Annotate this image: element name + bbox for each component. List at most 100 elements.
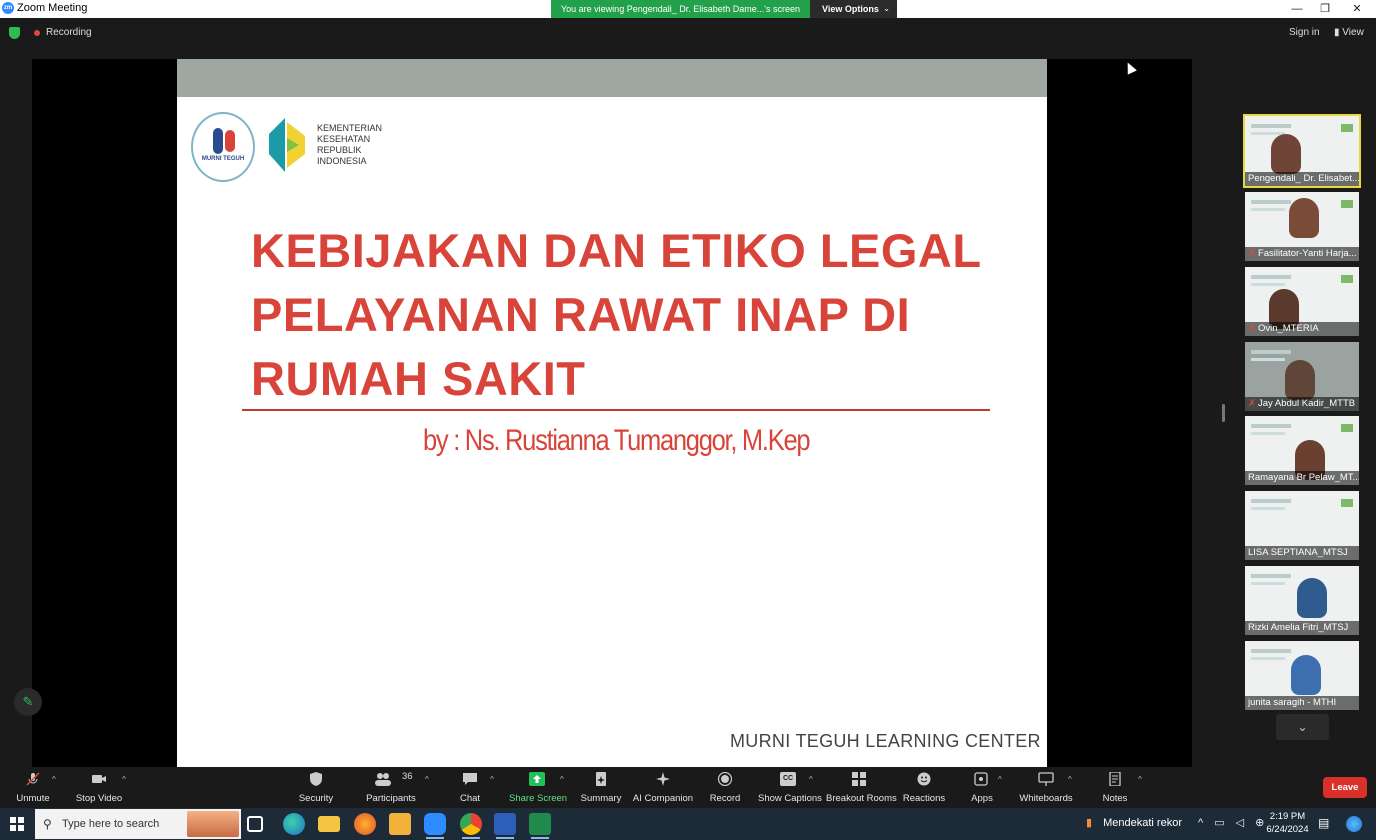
chat-options-caret[interactable]: ^ [488, 767, 500, 808]
participants-button[interactable]: 36 Participants [364, 767, 418, 808]
participant-tile[interactable]: junita saragih - MTHI [1245, 641, 1359, 710]
video-camera-icon [92, 775, 106, 783]
tile-shared-slide [1251, 574, 1291, 578]
apps-button[interactable]: Apps [964, 767, 1000, 808]
chevron-up-icon: ^ [1138, 775, 1142, 784]
mic-muted-icon [26, 772, 40, 786]
tile-shared-slide [1251, 432, 1285, 435]
participant-tile[interactable]: ✗ Fasilitator-Yanti Harja... [1245, 192, 1359, 261]
search-highlight-image [187, 811, 239, 837]
murni-teguh-logo: MURNI TEGUH [191, 112, 255, 182]
recording-label[interactable]: Recording [46, 27, 92, 38]
window-title: Zoom Meeting [17, 2, 88, 14]
chat-button[interactable]: Chat [452, 767, 488, 808]
tile-slide-logo [1341, 200, 1353, 208]
participant-name: Pengendali_ Dr. Elisabet... [1245, 172, 1359, 186]
chevron-up-icon: ^ [998, 775, 1002, 784]
participant-video [1285, 360, 1315, 400]
kemenkes-line: KEMENTERIAN [317, 123, 383, 133]
taskbar-clock[interactable]: 2:19 PM 6/24/2024 [1265, 810, 1310, 836]
participant-tile[interactable]: ✗ Jay Abdul Kadir_MTTB [1245, 342, 1359, 411]
taskbar-search-box[interactable]: ⚲ Type here to search [35, 809, 241, 839]
close-button[interactable]: ✕ [1340, 0, 1374, 18]
zoom-logo-icon: zm [2, 2, 14, 14]
more-options-caret[interactable]: ^ [1136, 767, 1148, 808]
video-options-caret[interactable]: ^ [120, 767, 132, 808]
excel-icon[interactable] [529, 813, 551, 839]
chevron-down-icon: ⌄ [883, 4, 890, 13]
leave-button[interactable]: Leave [1323, 777, 1367, 798]
tile-shared-slide [1251, 424, 1291, 428]
view-options-button[interactable]: View Options ⌄ [810, 0, 897, 18]
annotate-pencil-icon[interactable]: ✎ [14, 688, 42, 716]
slide-title: KEBIJAKAN DAN ETIKO LEGAL PELAYANAN RAWA… [251, 219, 1011, 411]
clock-date: 6/24/2024 [1266, 824, 1309, 835]
share-options-caret[interactable]: ^ [558, 767, 570, 808]
breakout-rooms-button[interactable]: Breakout Rooms [826, 767, 897, 808]
chrome-icon[interactable] [460, 813, 482, 839]
slide-byline: by : Ns. Rustianna Tumanggor, M.Kep [423, 424, 811, 457]
security-button[interactable]: Security [292, 767, 340, 808]
app-icon[interactable] [389, 813, 411, 835]
notification-center-icon[interactable]: ▤ [1318, 816, 1329, 830]
participants-count: 36 [402, 771, 413, 782]
audio-options-caret[interactable]: ^ [50, 767, 62, 808]
participants-label: Participants [366, 793, 416, 804]
breakout-rooms-label: Breakout Rooms [826, 793, 897, 804]
logo-figure-blue [213, 128, 223, 154]
share-screen-button[interactable]: Share Screen [509, 767, 567, 808]
task-view-icon[interactable] [247, 816, 263, 832]
participant-name: ✗ Fasilitator-Yanti Harja... [1245, 247, 1359, 261]
firefox-icon[interactable] [354, 813, 376, 835]
slide-footer: MURNI TEGUH LEARNING CENTER [730, 731, 1041, 751]
stop-video-button[interactable]: Stop Video [72, 767, 126, 808]
system-tray-icons[interactable]: ^ ▭ ◁ ⊕ [1198, 816, 1268, 829]
copilot-icon[interactable] [1346, 816, 1362, 832]
participant-tile[interactable]: Ramayana Br Pelaw_MT... [1245, 416, 1359, 485]
sign-in-button[interactable]: Sign in [1289, 27, 1320, 38]
participant-name: Rizki Amelia Fitri_MTSJ [1245, 621, 1359, 635]
captions-cc-icon: CC [780, 772, 796, 786]
record-icon [717, 772, 733, 786]
slide-title-line: RUMAH SAKIT [251, 352, 586, 405]
view-button[interactable]: ▮ View [1334, 27, 1364, 38]
participant-tile[interactable]: Rizki Amelia Fitri_MTSJ [1245, 566, 1359, 635]
reactions-button[interactable]: Reactions [900, 767, 948, 808]
mic-muted-icon: ✗ [1248, 248, 1256, 259]
summary-doc-icon [596, 772, 606, 786]
zoom-app-icon[interactable] [424, 813, 446, 839]
edge-browser-icon[interactable] [283, 813, 305, 835]
captions-options-caret[interactable]: ^ [807, 767, 819, 808]
windows-start-icon[interactable] [10, 817, 24, 831]
file-explorer-icon[interactable] [318, 816, 340, 832]
restore-button[interactable]: ❐ [1308, 0, 1342, 18]
whiteboards-options-caret[interactable]: ^ [1066, 767, 1078, 808]
notes-label: Notes [1102, 793, 1128, 804]
record-button[interactable]: Record [704, 767, 746, 808]
notes-button[interactable]: Notes [1096, 767, 1134, 808]
clock-time: 2:19 PM [1269, 811, 1306, 822]
chevron-up-icon: ^ [560, 775, 564, 784]
tile-shared-slide [1251, 124, 1291, 128]
tile-shared-slide [1251, 582, 1285, 585]
reactions-smiley-icon [917, 772, 931, 786]
participant-tile[interactable]: ✗ Ovin_MTERIA [1245, 267, 1359, 336]
tile-shared-slide [1251, 350, 1291, 354]
apps-options-caret[interactable]: ^ [996, 767, 1008, 808]
participant-video [1271, 134, 1301, 174]
gallery-resize-handle[interactable] [1222, 404, 1225, 422]
ai-companion-button[interactable]: AI Companion [632, 767, 694, 808]
weather-widget[interactable]: ▮ Mendekati rekor [1086, 816, 1182, 829]
participant-video [1289, 198, 1319, 238]
summary-button[interactable]: Summary [578, 767, 624, 808]
kemenkes-name: KEMENTERIAN KESEHATAN REPUBLIK INDONESIA [317, 123, 397, 167]
gallery-scroll-down-button[interactable]: ⌄ [1276, 714, 1329, 740]
record-label: Record [709, 793, 741, 804]
word-icon[interactable] [494, 813, 516, 839]
summary-label: Summary [580, 793, 622, 804]
participant-tile[interactable]: LISA SEPTIANA_MTSJ [1245, 491, 1359, 560]
participant-tile[interactable]: Pengendali_ Dr. Elisabet... [1243, 114, 1361, 188]
encryption-shield-icon[interactable] [9, 27, 20, 39]
participants-options-caret[interactable]: ^ [423, 767, 435, 808]
participant-name: junita saragih - MTHI [1245, 696, 1359, 710]
